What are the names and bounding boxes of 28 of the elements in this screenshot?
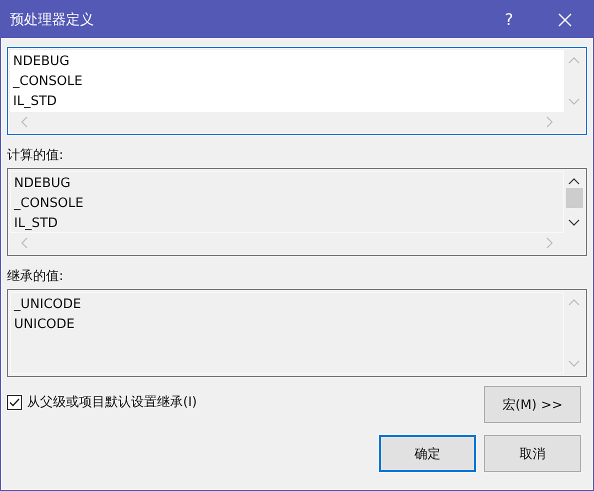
scroll-down-icon[interactable] [568, 219, 580, 227]
list-line: NDEBUG [13, 53, 70, 71]
scroll-up-icon[interactable] [568, 177, 580, 185]
list-line: _CONSOLE [13, 73, 84, 91]
scroll-right-icon[interactable] [546, 237, 554, 249]
list-line: NDEBUG [14, 175, 72, 193]
list-box[interactable]: _UNICODE UNICODE [7, 289, 587, 377]
list-line: IL_STD [13, 93, 58, 111]
scroll-right-icon[interactable] [546, 116, 554, 128]
checkbox-label[interactable]: 从父级或项目默认设置继承(I) [27, 393, 197, 411]
dialog-button[interactable]: 确定 [379, 435, 476, 472]
section-label: 计算的值: [7, 147, 64, 165]
list-box[interactable]: NDEBUG _CONSOLE IL_STD [7, 47, 587, 135]
help-button[interactable]: ? [487, 1, 531, 38]
list-line: UNICODE [14, 316, 76, 334]
window-title: 预处理器定义 [9, 10, 95, 28]
list-line: _CONSOLE [14, 195, 84, 213]
scroll-left-icon[interactable] [20, 237, 28, 249]
scroll-left-icon[interactable] [20, 116, 28, 128]
close-icon [557, 12, 573, 28]
list-box[interactable]: NDEBUG _CONSOLE IL_STD [7, 168, 587, 256]
scroll-thumb[interactable] [566, 188, 582, 208]
macro-button[interactable]: 宏(M) >> [484, 386, 581, 423]
section-label: 继承的值: [7, 268, 64, 286]
checkbox[interactable] [7, 394, 22, 410]
list-line: _UNICODE [14, 296, 82, 314]
dialog-button[interactable]: 取消 [484, 435, 581, 472]
list-line: IL_STD [14, 215, 59, 233]
